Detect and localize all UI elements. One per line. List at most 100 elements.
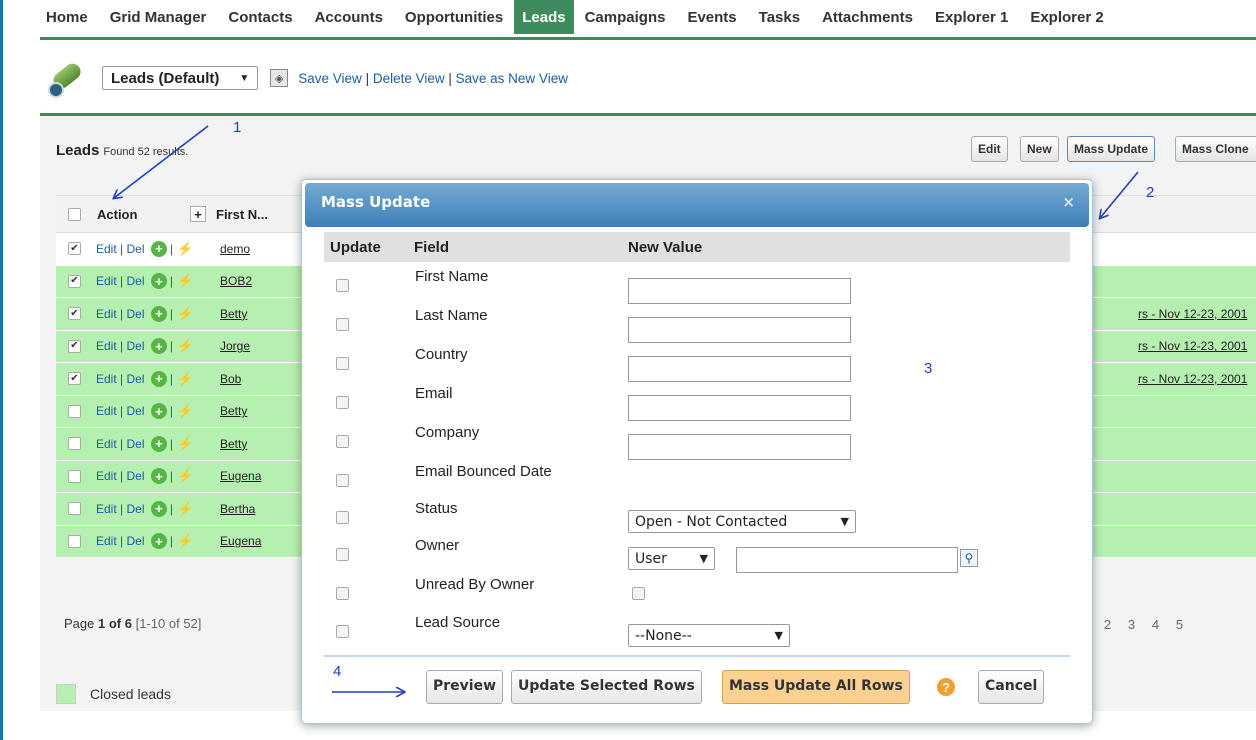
campaign-link[interactable]: rs - Nov 12-23, 2001: [1138, 372, 1247, 386]
update-first-name-checkbox[interactable]: [336, 279, 349, 292]
first-name-link[interactable]: Betty: [220, 307, 247, 321]
delete-link[interactable]: Del: [127, 404, 145, 418]
last-name-input[interactable]: [628, 317, 851, 343]
owner-lookup-input[interactable]: [736, 547, 958, 573]
edit-link[interactable]: Edit: [96, 372, 117, 386]
first-name-link[interactable]: Bertha: [220, 502, 255, 516]
save-view-link[interactable]: Save View: [298, 71, 362, 86]
campaign-link[interactable]: rs - Nov 12-23, 2001: [1138, 339, 1247, 353]
row-checkbox[interactable]: [68, 404, 81, 418]
email-input[interactable]: [628, 395, 851, 421]
new-button[interactable]: New: [1020, 136, 1059, 162]
edit-link[interactable]: Edit: [96, 242, 117, 256]
company-input[interactable]: [628, 434, 851, 460]
edit-link[interactable]: Edit: [96, 404, 117, 418]
edit-link[interactable]: Edit: [96, 502, 117, 516]
view-select[interactable]: Leads (Default) ▼: [102, 66, 259, 90]
first-name-link[interactable]: Betty: [220, 404, 247, 418]
tab-campaigns[interactable]: Campaigns: [574, 0, 677, 34]
first-name-link[interactable]: Jorge: [220, 339, 250, 353]
delete-link[interactable]: Del: [127, 502, 145, 516]
select-all-checkbox[interactable]: [68, 207, 81, 221]
update-owner-checkbox[interactable]: [336, 548, 349, 561]
first-name-link[interactable]: Bob: [220, 372, 241, 386]
add-icon[interactable]: +: [150, 435, 167, 452]
lightning-icon[interactable]: ⚡: [177, 501, 193, 517]
lightning-icon[interactable]: ⚡: [177, 436, 193, 452]
edit-button[interactable]: Edit: [971, 136, 1008, 162]
page-link[interactable]: 3: [1120, 607, 1143, 641]
lightning-icon[interactable]: ⚡: [177, 468, 193, 484]
row-checkbox[interactable]: [68, 534, 81, 548]
add-icon[interactable]: +: [150, 533, 167, 550]
owner-type-select[interactable]: User ▼: [628, 547, 715, 570]
unread-by-owner-value-checkbox[interactable]: [632, 587, 645, 600]
column-first-name[interactable]: First N...: [216, 207, 268, 222]
lightning-icon[interactable]: ⚡: [177, 371, 193, 387]
update-last-name-checkbox[interactable]: [336, 318, 349, 331]
update-lead-source-checkbox[interactable]: [336, 625, 349, 638]
tab-contacts[interactable]: Contacts: [217, 0, 303, 34]
first-name-link[interactable]: Betty: [220, 437, 247, 451]
row-checkbox[interactable]: [68, 502, 81, 516]
first-name-link[interactable]: BOB2: [220, 274, 252, 288]
update-unread-checkbox[interactable]: [336, 587, 349, 600]
row-checkbox[interactable]: ✔: [68, 339, 81, 353]
close-icon[interactable]: ×: [1062, 193, 1075, 211]
row-checkbox[interactable]: [68, 437, 81, 451]
lightning-icon[interactable]: ⚡: [177, 241, 193, 257]
save-as-new-view-link[interactable]: Save as New View: [456, 71, 568, 86]
tab-explorer-2[interactable]: Explorer 2: [1019, 0, 1114, 34]
update-country-checkbox[interactable]: [336, 357, 349, 370]
delete-view-link[interactable]: Delete View: [373, 71, 445, 86]
tab-home[interactable]: Home: [40, 0, 99, 34]
add-icon[interactable]: +: [150, 240, 167, 257]
status-select[interactable]: Open - Not Contacted ▼: [628, 510, 856, 533]
country-input[interactable]: [628, 356, 851, 382]
tab-accounts[interactable]: Accounts: [304, 0, 394, 34]
row-checkbox[interactable]: ✔: [68, 274, 81, 288]
mass-update-button[interactable]: Mass Update: [1067, 136, 1156, 162]
delete-link[interactable]: Del: [127, 437, 145, 451]
mass-update-all-rows-button[interactable]: Mass Update All Rows: [722, 670, 910, 704]
first-name-link[interactable]: Eugena: [220, 534, 261, 548]
first-name-input[interactable]: [628, 278, 851, 304]
edit-link[interactable]: Edit: [96, 534, 117, 548]
add-icon[interactable]: +: [150, 370, 167, 387]
edit-link[interactable]: Edit: [96, 469, 117, 483]
campaign-link[interactable]: rs - Nov 12-23, 2001: [1138, 307, 1247, 321]
update-email-bounced-checkbox[interactable]: [336, 474, 349, 487]
edit-link[interactable]: Edit: [96, 437, 117, 451]
add-icon[interactable]: +: [150, 500, 167, 517]
row-checkbox[interactable]: [68, 469, 81, 483]
search-icon[interactable]: ⚲: [960, 549, 978, 567]
lightning-icon[interactable]: ⚡: [177, 403, 193, 419]
mass-clone-button[interactable]: Mass Clone: [1175, 136, 1256, 162]
delete-link[interactable]: Del: [127, 307, 145, 321]
add-icon[interactable]: +: [150, 403, 167, 420]
first-name-link[interactable]: demo: [220, 242, 250, 256]
lightning-icon[interactable]: ⚡: [177, 273, 193, 289]
page-link[interactable]: 5: [1168, 607, 1191, 641]
tab-leads[interactable]: Leads: [514, 0, 574, 34]
page-link[interactable]: 4: [1144, 607, 1167, 641]
delete-link[interactable]: Del: [127, 339, 145, 353]
page-link[interactable]: 2: [1096, 607, 1119, 641]
delete-link[interactable]: Del: [127, 274, 145, 288]
tab-events[interactable]: Events: [676, 0, 747, 34]
lead-source-select[interactable]: --None-- ▼: [628, 624, 790, 647]
first-name-link[interactable]: Eugena: [220, 469, 261, 483]
tab-grid-manager[interactable]: Grid Manager: [99, 0, 218, 34]
add-icon[interactable]: +: [150, 305, 167, 322]
add-column-icon[interactable]: +: [190, 206, 206, 222]
edit-link[interactable]: Edit: [96, 339, 117, 353]
update-email-checkbox[interactable]: [336, 396, 349, 409]
lightning-icon[interactable]: ⚡: [177, 306, 193, 322]
tab-attachments[interactable]: Attachments: [811, 0, 924, 34]
lightning-icon[interactable]: ⚡: [177, 533, 193, 549]
delete-link[interactable]: Del: [127, 242, 145, 256]
add-icon[interactable]: +: [150, 338, 167, 355]
edit-link[interactable]: Edit: [96, 274, 117, 288]
delete-link[interactable]: Del: [127, 469, 145, 483]
delete-link[interactable]: Del: [127, 534, 145, 548]
